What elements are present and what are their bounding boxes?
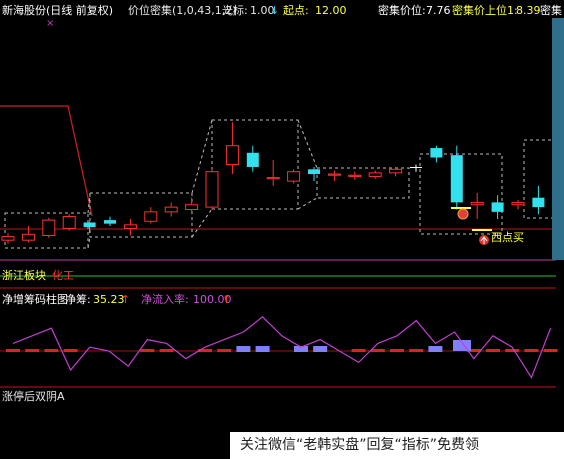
- net-bar: [44, 349, 59, 352]
- net-label: 净筹:: [65, 293, 91, 306]
- start-label: 起点:: [283, 4, 309, 17]
- box-connector: [297, 197, 318, 210]
- net-arrow-icon: ↑: [121, 293, 131, 306]
- candle-group: [1, 122, 564, 244]
- net-bar: [25, 349, 40, 352]
- candle-body: [511, 201, 525, 206]
- net-bar: [6, 349, 20, 352]
- candle-body: [104, 220, 116, 224]
- dense-price-label: 密集价位:: [378, 4, 426, 17]
- watermark-banner: 关注微信“老韩实盘”回复“指标”免费领: [230, 432, 564, 459]
- indicator-name: 价位密集(1,0,43,1,2): [128, 4, 237, 17]
- bottom-panel-title: 涨停后双阴A: [2, 390, 65, 403]
- candle-body: [144, 211, 158, 222]
- candle-body: [368, 172, 382, 177]
- price-panel: [0, 105, 564, 249]
- net-bar: [524, 349, 539, 352]
- net-bar: [543, 349, 558, 352]
- candle-body: [225, 145, 239, 166]
- net-value: 35.23: [93, 293, 125, 306]
- net-bar: [255, 346, 270, 352]
- right-scroll-panel[interactable]: [552, 18, 564, 260]
- upper-price-value: 8.39: [516, 4, 541, 17]
- density-box: [89, 192, 193, 238]
- net-bar: [217, 349, 232, 352]
- candle-body: [287, 171, 301, 182]
- candle-body: [348, 174, 362, 177]
- candle-body: [62, 216, 76, 229]
- candle-body: [491, 202, 504, 212]
- candle-body: [410, 166, 422, 168]
- net-bar: [313, 346, 328, 352]
- net-bar: [505, 349, 520, 352]
- candle-body: [470, 201, 484, 206]
- net-bar: [428, 346, 443, 352]
- stock-title: 新海股份(日线 前复权): [2, 4, 114, 17]
- cursor-marker: ×: [46, 18, 55, 29]
- net-bar: [63, 349, 78, 352]
- candle-body: [21, 233, 35, 241]
- box-connector: [191, 208, 213, 238]
- candle-body: [83, 222, 96, 228]
- net-bar: [140, 349, 155, 352]
- candle-body: [185, 204, 199, 210]
- candle-body: [42, 219, 56, 236]
- candle-body: [1, 236, 15, 241]
- start-value: 12.00: [315, 4, 347, 17]
- candle-body: [389, 168, 403, 174]
- candle-body: [532, 197, 545, 208]
- candle-body: [327, 173, 341, 176]
- kline-chart: [0, 105, 564, 388]
- net-bar: [486, 349, 500, 352]
- ma-line: [0, 105, 93, 217]
- sector-name: 浙江板块: [2, 269, 46, 282]
- signal-dot-icon: [457, 208, 469, 220]
- candle-body: [266, 177, 280, 180]
- dense-price-value: 7.76: [426, 4, 451, 17]
- net-bar: [159, 349, 174, 352]
- net-bar: [351, 349, 366, 352]
- truncated-label: 密集: [540, 4, 562, 17]
- candle-body: [450, 155, 463, 203]
- net-panel-title: 净增筹码柱图: [2, 293, 68, 306]
- net-bar: [390, 349, 404, 352]
- candle-body: [430, 148, 443, 158]
- cursor-arrow-icon: ↓: [270, 4, 280, 17]
- candle-body: [123, 224, 137, 229]
- net-bar: [236, 346, 251, 352]
- candle-body: [308, 169, 320, 175]
- net-panel: [0, 315, 558, 379]
- net-bar: [409, 349, 424, 352]
- candle-body: [246, 152, 259, 167]
- candle-body: [205, 171, 219, 208]
- upper-price-label: 密集价上位1:: [452, 4, 518, 17]
- inflow-arrow-icon: ↑: [222, 293, 232, 306]
- candle-body: [164, 206, 178, 213]
- sector-tag: 化工: [52, 269, 74, 282]
- net-bar: [370, 349, 385, 352]
- net-bar-group: [6, 340, 558, 352]
- cursor-label: 光标:: [222, 4, 248, 17]
- box-connector: [297, 119, 318, 169]
- buy-signal-label: 西点买: [491, 231, 524, 244]
- inflow-label: 净流入率:: [141, 293, 189, 306]
